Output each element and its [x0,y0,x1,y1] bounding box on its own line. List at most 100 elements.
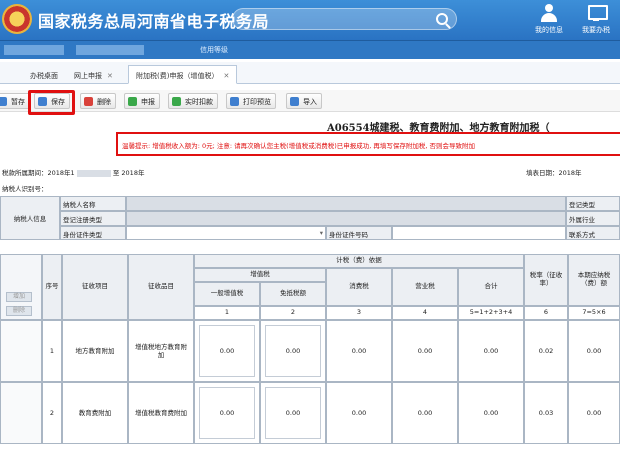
credit-level-label[interactable]: 信用等级 [200,45,228,55]
warning-message: 温馨提示: 增值税收入额为: 0元; 注意: 请再次确认您主税(增值税或消费税)… [122,142,475,150]
my-office-label: 我要办税 [582,26,610,34]
import-label: 导入 [303,98,317,106]
id-type-label: 身份证件类型 [60,226,126,240]
col-num-3: 3 [326,306,392,320]
total-value: 0.00 [458,382,524,444]
row-checkbox-cell[interactable] [0,382,42,444]
tab-desktop[interactable]: 办税桌面 [22,65,66,84]
business-header: 营业税 [392,268,458,306]
delete-button[interactable]: 删除 [80,93,116,109]
col-num-1: 1 [194,306,260,320]
tax-item-select[interactable]: 教育费附加 [62,382,128,444]
tax-item-value: 地方教育附加 [75,346,115,355]
add-row-button[interactable]: 增加 [6,292,32,302]
exempt-vat-input[interactable]: 0.00 [265,387,321,439]
user-icon [540,4,558,22]
col-num-5: 5=1+2+3+4 [458,306,524,320]
reg-type-select[interactable] [126,211,566,226]
declare-button[interactable]: 申报 [124,93,160,109]
tab-label: 附加税(费)申报（增值税） [136,72,219,80]
cell-exempt-vat: 0.00 [260,320,326,382]
col-num-4: 4 [392,306,458,320]
tax-subitem-select[interactable]: 增值税地方教育附加 [128,320,194,382]
deduct-label: 实时扣款 [185,98,213,106]
id-number-input[interactable] [392,226,566,240]
right-contact-label: 联系方式 [566,226,620,240]
search-box[interactable] [232,8,457,30]
total-value: 0.00 [458,320,524,382]
right-foreign-label: 外属行业 [566,211,620,226]
exempt-vat-header: 免抵税额 [260,282,326,306]
id-number-label: 身份证件号码 [326,226,392,240]
name-label: 纳税人名称 [60,196,126,211]
consumption-header: 消费税 [326,268,392,306]
reg-type-label: 登记注册类型 [60,211,126,226]
tax-subitem-value: 增值税教育费附加 [135,408,187,417]
realtime-deduct-button[interactable]: 实时扣款 [168,93,218,109]
tab-label: 办税桌面 [30,72,58,80]
exempt-vat-input[interactable]: 0.00 [265,325,321,377]
delete-label: 删除 [97,98,111,106]
tax-item-header: 征收项目 [62,254,128,320]
total-header: 合计 [458,268,524,306]
business-value: 0.00 [392,320,458,382]
toolbar: 暂存 保存 删除 申报 实时扣款 打印预览 导入 [0,90,620,112]
my-info-button[interactable]: 我的信息 [525,0,573,40]
row-checkbox-cell[interactable] [0,320,42,382]
site-header: 国家税务总局河南省电子税务局 我的信息 我要办税 [0,0,620,40]
my-info-label: 我的信息 [535,26,563,34]
basis-header: 计税（费）依据 [194,254,524,268]
general-vat-header: 一般增值税 [194,282,260,306]
print-icon [230,97,239,106]
payable-value: 0.00 [568,320,620,382]
delete-row-button[interactable]: 删除 [6,306,32,316]
monitor-icon [587,4,608,22]
print-preview-button[interactable]: 打印预览 [226,93,276,109]
seq-header: 序号 [42,254,62,320]
my-office-button[interactable]: 我要办税 [572,0,620,40]
rate-header: 税率（征收率） [524,254,568,306]
save-highlight-box [28,90,75,115]
business-value: 0.00 [392,382,458,444]
search-icon[interactable] [436,13,448,25]
vat-header: 增值税 [194,268,326,282]
consumption-value: 0.00 [326,382,392,444]
redacted-date [76,169,111,177]
draft-button[interactable]: 暂存 [0,93,30,109]
general-vat-input[interactable]: 0.00 [199,325,255,377]
col-num-2: 2 [260,306,326,320]
payable-value: 0.00 [568,382,620,444]
print-label: 打印预览 [243,98,271,106]
payable-header: 本期应纳税（费）额 [568,254,620,306]
tax-subitem-select[interactable]: 增值税教育费附加 [128,382,194,444]
close-icon[interactable]: ✕ [107,72,113,80]
draft-icon [0,97,7,106]
national-emblem-icon [2,4,32,34]
tax-subitem-value: 增值税地方教育附加 [135,342,187,359]
tab-bar: 办税桌面 网上申报 ✕ 附加税(费)申报（增值税） ✕ [0,62,620,84]
col-num-7: 7=5×6 [568,306,620,320]
tax-item-value: 教育费附加 [78,408,112,417]
deduct-icon [172,97,181,106]
row-seq: 1 [42,320,62,382]
rate-value: 0.02 [524,320,568,382]
import-button[interactable]: 导入 [286,93,322,109]
account-bar: 信用等级 [0,40,620,59]
declare-label: 申报 [141,98,155,106]
close-icon[interactable]: ✕ [223,72,229,80]
taxpayer-info-header: 纳税人信息 [0,196,60,240]
general-vat-input[interactable]: 0.00 [199,387,255,439]
tax-item-select[interactable]: 地方教育附加 [62,320,128,382]
tab-surtax-declare[interactable]: 附加税(费)申报（增值税） ✕ [128,65,238,84]
id-type-select[interactable]: ▾ [126,226,326,240]
account-info-redacted [4,45,184,55]
rate-value: 0.03 [524,382,568,444]
cell-general-vat: 0.00 [194,382,260,444]
consumption-value: 0.00 [326,320,392,382]
name-value-redacted [126,196,566,211]
chevron-down-icon: ▾ [319,229,323,237]
tab-online-declare[interactable]: 网上申报 ✕ [66,65,121,84]
delete-icon [84,97,93,106]
taxpayer-id-label: 纳税人识别号： [2,185,48,193]
tax-bureau-window: 国家税务总局河南省电子税务局 我的信息 我要办税 信用等级 办税桌面 网上申报 ✕… [0,0,620,460]
